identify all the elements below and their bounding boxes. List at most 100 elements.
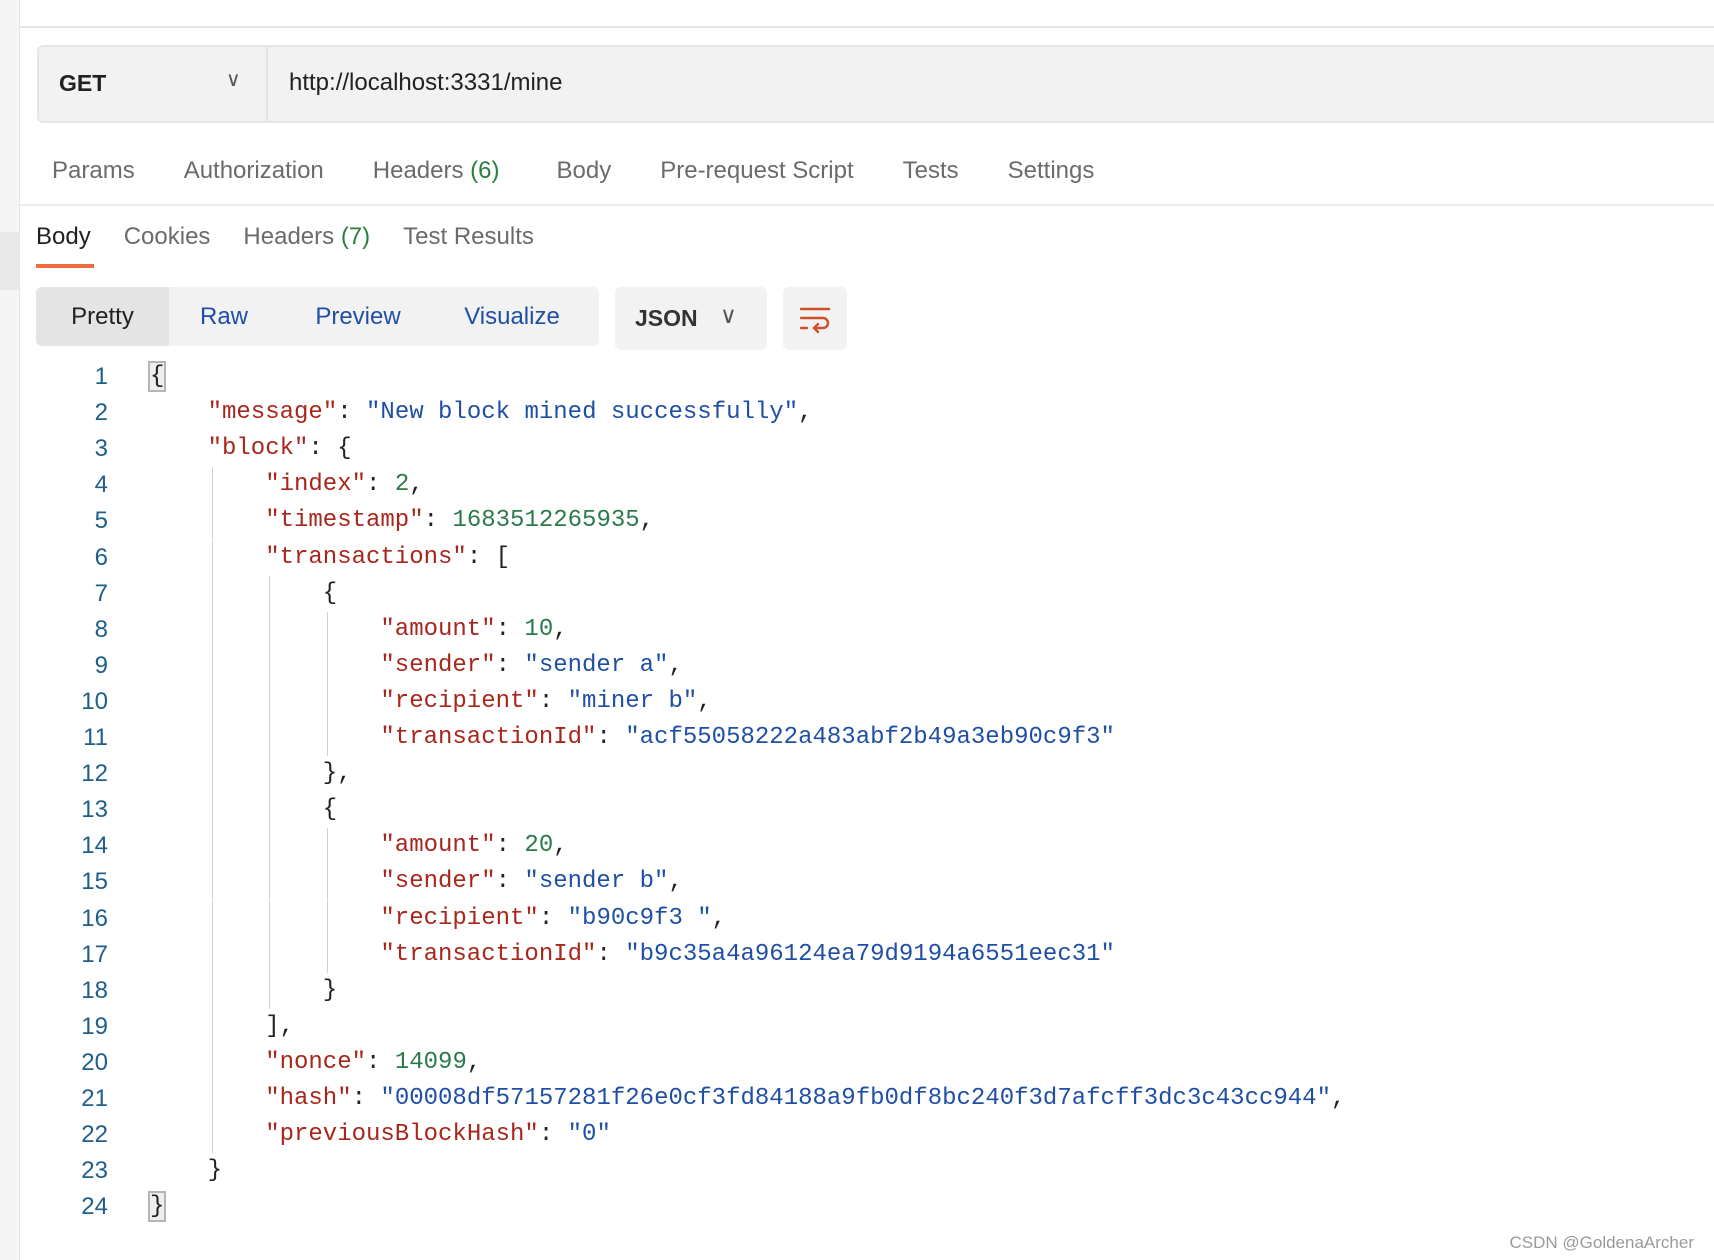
method-label: GET — [59, 70, 107, 96]
active-tab-underline — [36, 264, 94, 268]
url-input[interactable]: http://localhost:3331/mine — [289, 69, 563, 97]
tab-label: Test Results — [403, 223, 534, 250]
json-punctuation: : — [495, 651, 525, 679]
chevron-down-icon: ∨ — [226, 69, 241, 91]
chevron-down-icon: ∨ — [720, 302, 737, 328]
tab-params[interactable]: Params — [52, 157, 135, 185]
json-punctuation: , — [668, 651, 683, 679]
json-punctuation: : — [495, 615, 525, 643]
indent-guide — [211, 539, 213, 576]
indent-guide — [211, 792, 213, 829]
tab-label: Pre-request Script — [660, 157, 854, 184]
indent-guide — [211, 1044, 213, 1081]
code-text: "timestamp": 1683512265935, — [265, 503, 654, 539]
code-text: } — [208, 1153, 222, 1189]
indent-guide — [269, 756, 271, 793]
indent-guide — [269, 575, 271, 612]
code-line: 22 "previousBlockHash": "0" — [0, 1117, 1700, 1154]
json-punctuation: : [ — [466, 543, 511, 571]
indent-guide — [269, 864, 271, 901]
view-raw[interactable]: Raw — [169, 287, 279, 346]
line-number: 19 — [81, 1012, 108, 1040]
line-number: 12 — [81, 760, 108, 788]
line-number: 15 — [81, 868, 108, 896]
code-text: { — [323, 792, 337, 828]
code-line: 17 "transactionId": "b9c35a4a96124ea79d91… — [0, 936, 1700, 973]
wrap-lines-button[interactable] — [783, 287, 847, 350]
json-punctuation: , — [553, 832, 568, 860]
line-number: 6 — [94, 543, 108, 571]
json-key: "transactionId" — [380, 940, 597, 968]
indent-guide — [211, 611, 213, 648]
indent-guide — [326, 864, 328, 901]
line-number: 3 — [94, 435, 108, 463]
method-select[interactable]: GET ∨ — [39, 47, 268, 121]
json-key: "hash" — [265, 1085, 352, 1112]
json-punctuation: : — [423, 507, 453, 535]
tab-response-body[interactable]: Body — [36, 223, 91, 251]
indent-guide — [211, 828, 213, 865]
code-text: { — [323, 576, 337, 612]
json-string: "sender a" — [524, 651, 669, 679]
format-select[interactable]: JSON ∨ — [615, 287, 767, 350]
json-punctuation: : — [538, 1121, 568, 1149]
tab-cookies[interactable]: Cookies — [124, 223, 211, 251]
code-line: 23} — [0, 1153, 1700, 1189]
line-number: 16 — [81, 904, 108, 932]
tab-label: Settings — [1007, 157, 1095, 184]
json-string: "00008df57157281f26e0cf3fd84188a9fb0df8b… — [380, 1085, 1331, 1112]
code-text: "sender": "sender b", — [380, 864, 682, 900]
view-visualize[interactable]: Visualize — [437, 287, 587, 346]
code-line: 8 "amount": 10, — [0, 611, 1700, 648]
view-pretty[interactable]: Pretty — [36, 287, 169, 346]
json-key: "timestamp" — [265, 507, 424, 535]
tab-authorization[interactable]: Authorization — [184, 157, 324, 185]
code-line: 11 "transactionId": "acf55058222a483abf2b… — [0, 720, 1700, 756]
indent-guide — [211, 575, 213, 612]
code-line: 7{ — [0, 575, 1700, 612]
line-number: 14 — [81, 832, 108, 860]
json-punctuation: , — [668, 868, 683, 896]
tab-body[interactable]: Body — [557, 157, 612, 185]
indent-guide — [326, 611, 328, 648]
tab-label: Authorization — [183, 157, 324, 184]
json-punctuation: , — [553, 615, 568, 643]
indent-guide — [326, 936, 328, 973]
indent-guide — [269, 683, 271, 720]
view-preview[interactable]: Preview — [279, 287, 437, 346]
code-text: }, — [323, 756, 352, 792]
json-key: "transactionId" — [380, 724, 597, 751]
indent-guide — [269, 792, 271, 829]
code-line: 14 "amount": 20, — [0, 828, 1700, 865]
indent-guide — [269, 828, 271, 865]
json-key: "amount" — [380, 832, 496, 860]
json-number: 1683512265935 — [452, 507, 640, 535]
json-key: "transactions" — [265, 543, 467, 571]
tab-pre-request-script[interactable]: Pre-request Script — [660, 157, 853, 185]
code-line: 5 "timestamp": 1683512265935, — [0, 503, 1700, 540]
indent-guide — [211, 503, 213, 540]
json-number: 14099 — [394, 1048, 467, 1076]
json-punctuation: : — [495, 868, 525, 896]
code-line: 2 "message": "New block mined successfull… — [0, 395, 1700, 431]
json-punctuation: : — [596, 940, 626, 968]
indent-guide — [211, 756, 213, 793]
indent-guide — [211, 467, 213, 504]
json-number: 10 — [524, 615, 554, 643]
tab-label: Headers — [243, 223, 335, 250]
tab-headers[interactable]: Headers (6) — [373, 157, 500, 185]
code-line: 20 "nonce": 14099, — [0, 1044, 1700, 1081]
code-text: "transactionId": "acf55058222a483abf2b49… — [380, 720, 1115, 756]
line-number: 13 — [81, 796, 108, 824]
code-line: 16 "recipient": "b90c9f3 ", — [0, 900, 1700, 937]
line-number: 24 — [81, 1193, 108, 1221]
json-key: "message" — [207, 399, 338, 427]
tab-test-results[interactable]: Test Results — [403, 223, 534, 251]
indent-guide — [326, 900, 328, 937]
tab-tests[interactable]: Tests — [903, 157, 959, 185]
tab-label: Params — [52, 157, 135, 184]
tab-response-headers[interactable]: Headers (7) — [243, 223, 370, 251]
line-number: 1 — [94, 363, 108, 390]
code-text: "recipient": "miner b", — [380, 684, 711, 720]
tab-settings[interactable]: Settings — [1008, 157, 1095, 185]
